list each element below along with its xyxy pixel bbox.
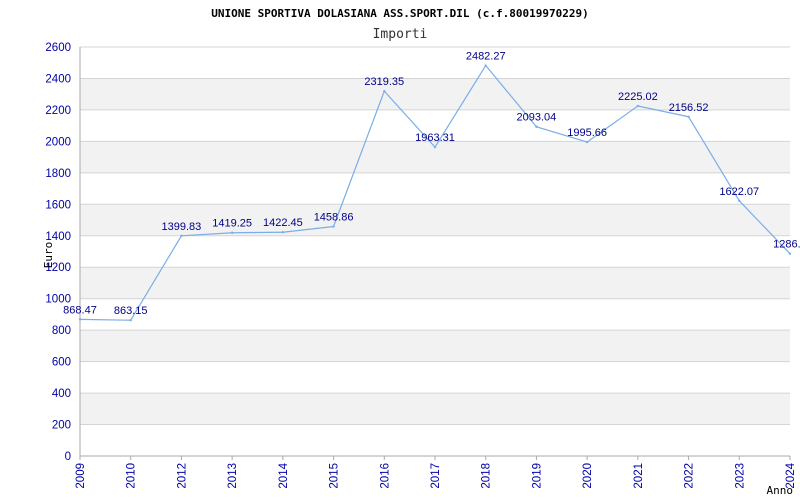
data-label: 868.47 — [63, 304, 97, 316]
data-label: 2319.35 — [364, 76, 404, 88]
chart-root: UNIONE SPORTIVA DOLASIANA ASS.SPORT.DIL … — [0, 0, 800, 500]
y-tick-label: 0 — [65, 451, 71, 463]
data-label: 1399.83 — [162, 221, 202, 233]
y-tick-label: 2200 — [45, 105, 71, 117]
data-point — [636, 104, 640, 108]
data-point — [129, 319, 132, 322]
y-tick-label: 1800 — [45, 168, 71, 180]
data-point — [281, 231, 285, 234]
data-point — [788, 252, 792, 255]
data-point — [433, 145, 437, 149]
x-tick-label: 2016 — [379, 463, 391, 489]
x-tick-label: 2012 — [176, 463, 188, 489]
background-band — [80, 393, 790, 425]
data-label: 2156.52 — [669, 102, 709, 114]
y-tick-label: 1400 — [45, 231, 71, 243]
data-label: 2225.02 — [618, 91, 658, 103]
background-band — [80, 330, 790, 362]
data-label: 2482.27 — [466, 51, 506, 63]
data-point — [484, 64, 487, 67]
data-point — [585, 140, 589, 144]
y-tick-label: 800 — [52, 325, 71, 337]
data-point — [180, 234, 183, 237]
data-label: 1419.25 — [212, 218, 252, 230]
data-label: 1458.86 — [314, 212, 354, 224]
y-tick-label: 2000 — [45, 136, 71, 148]
y-axis-label: Euro — [42, 242, 55, 269]
chart-subtitle: Importi — [373, 27, 428, 42]
data-label: 1622.07 — [719, 186, 759, 198]
x-tick-label: 2018 — [481, 463, 493, 489]
data-label: 1995.66 — [567, 127, 607, 139]
data-point — [332, 225, 335, 228]
data-point — [738, 199, 741, 203]
x-tick-label: 2020 — [582, 463, 594, 489]
data-point — [687, 115, 690, 118]
x-tick-label: 2015 — [329, 463, 341, 489]
x-axis-label: Anno — [767, 484, 794, 497]
y-tick-label: 2400 — [45, 73, 71, 85]
x-tick-label: 2023 — [734, 463, 746, 489]
series-line-segment — [232, 231, 283, 234]
x-tick-label: 2017 — [430, 463, 442, 489]
y-tick-label: 600 — [52, 357, 71, 369]
x-tick-label: 2010 — [126, 463, 138, 489]
series-line-segment — [79, 318, 131, 321]
x-tick-label: 2021 — [633, 463, 645, 489]
background-band — [80, 267, 790, 299]
x-tick-label: 2013 — [227, 463, 239, 489]
x-tick-labels: 2009 2010 2012 2013 2014 2015 2016 2017 2018 2019… — [75, 462, 797, 488]
y-tick-label: 1600 — [45, 199, 71, 211]
data-label: 863.15 — [114, 305, 148, 317]
data-label: 1963.31 — [415, 132, 455, 144]
chart-title: UNIONE SPORTIVA DOLASIANA ASS.SPORT.DIL … — [211, 7, 589, 20]
data-point — [230, 231, 234, 234]
data-label: 1422.45 — [263, 217, 303, 229]
line-chart: UNIONE SPORTIVA DOLASIANA ASS.SPORT.DIL … — [42, 7, 800, 497]
x-tick-label: 2009 — [75, 463, 87, 489]
data-point — [383, 89, 386, 93]
data-point — [535, 125, 538, 128]
data-label: 2093.04 — [517, 112, 557, 124]
x-tick-label: 2014 — [278, 462, 290, 488]
y-tick-label: 400 — [52, 388, 71, 400]
data-label: 1286.0 — [773, 239, 800, 251]
background-bands — [80, 78, 790, 425]
x-tick-label: 2019 — [531, 463, 543, 489]
y-tick-label: 2600 — [45, 42, 71, 54]
data-point — [78, 318, 82, 321]
x-tick-label: 2022 — [684, 463, 696, 489]
y-tick-label: 200 — [52, 420, 71, 432]
